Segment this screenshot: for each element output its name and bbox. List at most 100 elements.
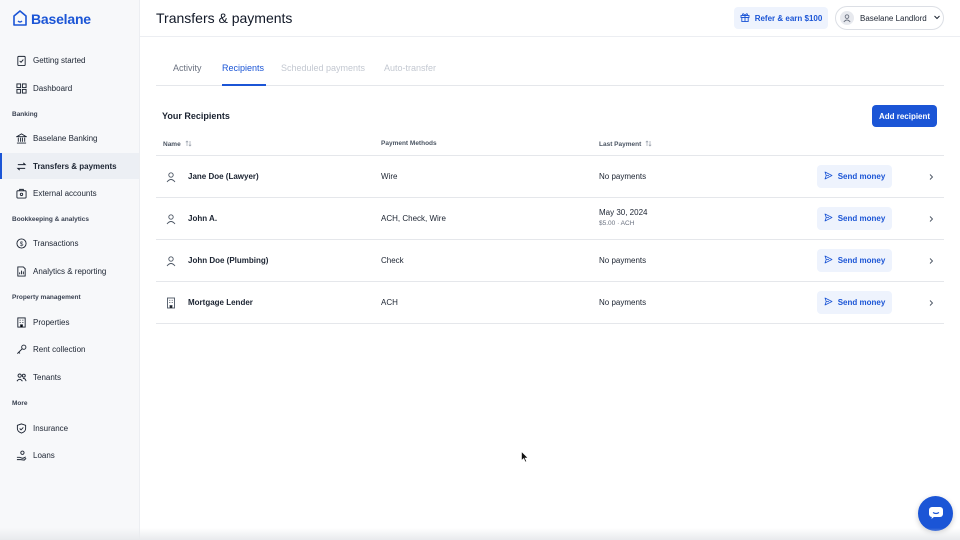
send-money-button[interactable]: Send money (817, 165, 892, 188)
add-recipient-button[interactable]: Add recipient (872, 105, 937, 127)
chevron-right-icon[interactable] (927, 298, 935, 308)
column-header-label: Payment Methods (381, 140, 437, 147)
sidebar-item-transactions[interactable]: $ Transactions (0, 230, 139, 256)
house-logo-icon (13, 10, 27, 28)
tab-bar: Activity Recipients Scheduled payments A… (156, 58, 944, 86)
user-menu-button[interactable]: Baselane Landlord (835, 6, 944, 30)
person-icon (165, 213, 177, 225)
active-tab-indicator (222, 84, 266, 86)
report-icon (16, 265, 27, 277)
sidebar-item-label: Dashboard (33, 83, 73, 93)
table-row[interactable]: Jane Doe (Lawyer) Wire No payments Send … (156, 156, 944, 198)
chat-bubble-icon (928, 506, 944, 522)
section-title: Your Recipients (162, 111, 230, 121)
logo[interactable]: Baselane (13, 10, 91, 28)
key-icon (16, 344, 27, 355)
last-payment-detail: $5.00 · ACH (599, 220, 635, 227)
send-money-button[interactable]: Send money (817, 207, 892, 230)
sidebar-section-bookkeeping: Bookkeeping & analytics (12, 216, 89, 223)
sidebar-item-tenants[interactable]: Tenants (0, 364, 139, 390)
avatar (840, 11, 854, 25)
mouse-cursor-icon (521, 450, 529, 463)
refer-earn-label: Refer & earn $100 (754, 13, 823, 23)
svg-text:$: $ (20, 240, 24, 247)
sidebar-item-transfers-payments[interactable]: Transfers & payments (0, 153, 139, 179)
sidebar-item-rent-collection[interactable]: Rent collection (0, 336, 139, 362)
sidebar-item-properties[interactable]: Properties (0, 309, 139, 335)
last-payment: May 30, 2024 (599, 208, 648, 217)
column-header-label: Name (163, 141, 181, 148)
dollar-circle-icon: $ (16, 237, 27, 249)
recipient-name: John A. (188, 214, 218, 223)
chevron-down-icon (933, 13, 941, 23)
tab-activity[interactable]: Activity (173, 63, 202, 73)
table-row[interactable]: Mortgage Lender ACH No payments Send mon… (156, 282, 944, 324)
sidebar-item-label: Getting started (33, 55, 86, 65)
last-payment: No payments (599, 256, 647, 265)
sidebar-section-property: Property management (12, 294, 81, 301)
building-icon (16, 316, 27, 328)
sidebar-item-label: Loans (33, 450, 55, 460)
recipient-name: John Doe (Plumbing) (188, 256, 269, 265)
send-icon (824, 213, 833, 224)
table-row[interactable]: John Doe (Plumbing) Check No payments Se… (156, 240, 944, 282)
logo-text: Baselane (31, 11, 91, 27)
send-icon (824, 255, 833, 266)
payment-methods: ACH (381, 298, 398, 307)
sidebar-item-label: Transfers & payments (33, 161, 117, 171)
column-header-last-payment[interactable]: Last Payment (599, 140, 652, 149)
recipient-name: Mortgage Lender (188, 298, 253, 307)
grid-icon (16, 82, 27, 94)
last-payment: No payments (599, 298, 647, 307)
chevron-right-icon[interactable] (927, 172, 935, 182)
shield-icon (16, 422, 27, 434)
sidebar-item-dashboard[interactable]: Dashboard (0, 75, 139, 101)
send-money-button[interactable]: Send money (817, 291, 892, 314)
payment-methods: Check (381, 256, 404, 265)
column-header-name[interactable]: Name (163, 140, 192, 149)
sidebar-item-label: Transactions (33, 238, 79, 248)
clipboard-check-icon (16, 55, 27, 66)
sidebar-item-loans[interactable]: Loans (0, 442, 139, 468)
payment-methods: Wire (381, 172, 398, 181)
send-money-label: Send money (837, 298, 886, 307)
tab-auto-transfer[interactable]: Auto-transfer (384, 63, 436, 73)
sidebar-item-external-accounts[interactable]: External accounts (0, 180, 139, 206)
bottom-edge (0, 528, 960, 540)
sidebar-item-getting-started[interactable]: Getting started (0, 47, 139, 73)
sidebar-item-analytics-reporting[interactable]: Analytics & reporting (0, 258, 139, 284)
send-money-button[interactable]: Send money (817, 249, 892, 272)
sidebar-item-label: Rent collection (33, 344, 86, 354)
building-icon (165, 297, 177, 309)
chevron-right-icon[interactable] (927, 214, 935, 224)
refer-earn-button[interactable]: Refer & earn $100 (734, 7, 828, 29)
sidebar-item-label: External accounts (33, 188, 97, 198)
send-money-label: Send money (837, 256, 886, 265)
user-avatar-icon (843, 14, 851, 23)
chevron-right-icon[interactable] (927, 256, 935, 266)
sidebar-section-more: More (12, 400, 28, 407)
column-header-label: Last Payment (599, 141, 642, 148)
send-money-label: Send money (837, 172, 886, 181)
recipient-name: Jane Doe (Lawyer) (188, 172, 259, 181)
tab-recipients[interactable]: Recipients (222, 63, 264, 73)
sidebar: Baselane Getting started Dashboard Banki… (0, 0, 140, 540)
page-title: Transfers & payments (156, 10, 293, 26)
person-icon (165, 255, 177, 267)
send-money-label: Send money (837, 214, 886, 223)
sidebar-item-label: Tenants (33, 372, 62, 382)
chat-support-button[interactable] (918, 496, 953, 531)
sidebar-item-baselane-banking[interactable]: Baselane Banking (0, 125, 139, 151)
loan-icon (16, 450, 27, 461)
send-icon (824, 297, 833, 308)
last-payment: No payments (599, 172, 647, 181)
bank-icon (16, 132, 27, 144)
sidebar-item-label: Baselane Banking (33, 133, 98, 143)
sidebar-item-insurance[interactable]: Insurance (0, 415, 139, 441)
sidebar-item-label: Properties (33, 317, 70, 327)
tab-scheduled-payments[interactable]: Scheduled payments (281, 63, 365, 73)
column-header-methods: Payment Methods (381, 140, 437, 147)
sidebar-item-label: Insurance (33, 423, 69, 433)
payment-methods: ACH, Check, Wire (381, 214, 446, 223)
table-row[interactable]: John A. ACH, Check, Wire May 30, 2024 $5… (156, 198, 944, 240)
